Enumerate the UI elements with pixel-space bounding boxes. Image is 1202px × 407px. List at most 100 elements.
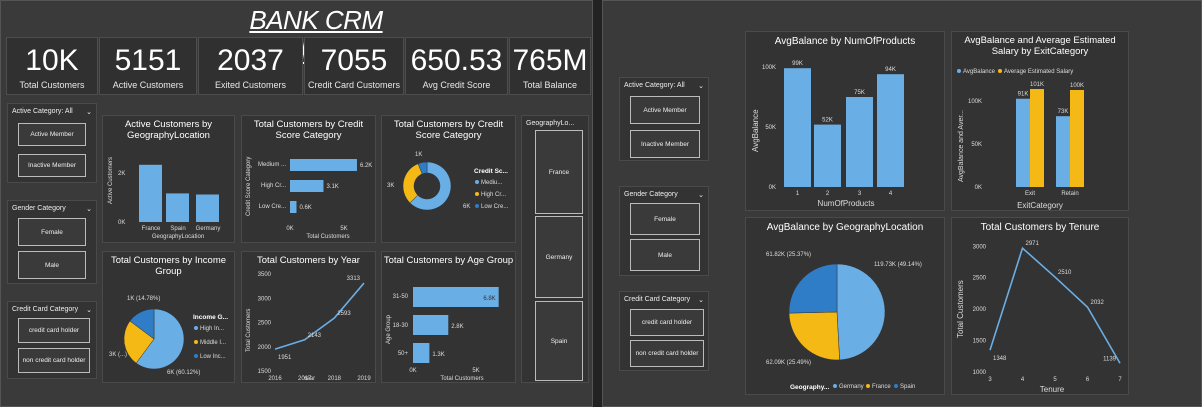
slicer-item-inactive-member[interactable]: Inactive Member	[630, 130, 700, 158]
bar	[196, 194, 219, 222]
x-tick-label: 0K	[409, 368, 416, 374]
y-axis-label: Total Customers	[246, 309, 252, 352]
y-tick-label: 100K	[762, 65, 776, 71]
x-tick-label: 1	[796, 191, 800, 197]
legend-swatch	[833, 384, 837, 388]
slicer-gender-category: Gender Category ⌄ Female Male	[619, 186, 709, 276]
y-tick-label: 3500	[258, 272, 272, 278]
legend-swatch	[998, 69, 1002, 73]
slicer-header: GeographyLo...	[526, 120, 575, 127]
chart-svg: Age Group 31-50 18-30 50+ 6.8K 2.8K 1.3K 0…	[386, 287, 499, 382]
slicer-credit-card-category: Credit Card Category ⌄ credit card holder…	[619, 291, 709, 371]
slicer-geography-location: GeographyLo... France Germany Spain	[521, 115, 589, 383]
legend-swatch	[957, 69, 961, 73]
chevron-down-icon[interactable]: ⌄	[86, 306, 92, 314]
slicer-item-inactive-member[interactable]: Inactive Member	[18, 154, 86, 177]
kpi-credit-card-customers: 7055 Credit Card Customers	[304, 37, 404, 95]
legend-swatch	[894, 384, 898, 388]
y-tick-label: 18-30	[393, 323, 409, 329]
slicer-item-non-credit-card-holder[interactable]: non credit card holder	[18, 348, 90, 373]
bar	[846, 97, 873, 187]
bar	[1016, 98, 1030, 187]
data-label: 0.6K	[299, 205, 311, 211]
x-tick-label: 4	[1021, 377, 1025, 383]
slicer-item-active-member[interactable]: Active Member	[630, 96, 700, 124]
x-tick-label: 4	[889, 191, 893, 197]
kpi-total-customers: 10K Total Customers	[6, 37, 98, 95]
chevron-down-icon[interactable]: ⌄	[698, 191, 704, 199]
bar	[1056, 116, 1070, 187]
data-label: 1K	[415, 152, 422, 158]
slicer-item-spain[interactable]: Spain	[535, 301, 583, 381]
x-axis-label: Total Customers	[440, 376, 483, 382]
data-label: 99K	[792, 61, 803, 67]
chart-avgbalance-geo: AvgBalance by GeographyLocation 61.82K (…	[745, 217, 945, 395]
slicer-header: Active Category: All	[624, 82, 685, 89]
legend-item: Average Estimated Salary	[1004, 69, 1073, 75]
kpi-label: Exited Customers	[214, 80, 287, 90]
x-tick-label: Germany	[196, 226, 221, 232]
x-axis-label: Total Customers	[306, 234, 349, 240]
y-tick-label: 0K	[769, 185, 776, 191]
x-tick-label: 6	[1086, 377, 1090, 383]
slicer-item-germany[interactable]: Germany	[535, 216, 583, 298]
chart-svg: AvgBalance Average Estimated Salary AvgB…	[957, 69, 1084, 210]
chart-avgbalance-exit: AvgBalance and Average Estimated Salary …	[951, 31, 1129, 211]
data-label: 1.3K	[432, 352, 444, 358]
kpi-label: Active Customers	[112, 80, 184, 90]
legend-swatch	[194, 326, 198, 330]
bar	[1070, 90, 1084, 187]
data-label: 2593	[337, 311, 351, 317]
slicer-item-active-member[interactable]: Active Member	[18, 123, 86, 146]
y-tick-label: 1500	[258, 369, 272, 375]
slicer-item-male[interactable]: Male	[18, 251, 86, 279]
dashboard-page-right: Active Category: All ⌄ Active Member Inac…	[602, 0, 1202, 407]
legend-item: Middle I...	[200, 340, 226, 346]
chart-svg: Credit Score Category Medium ... High Cr…	[246, 157, 372, 240]
legend-swatch	[475, 180, 479, 184]
slicer-item-credit-card-holder[interactable]: credit card holder	[630, 309, 704, 336]
kpi-label: Credit Card Customers	[307, 80, 401, 90]
legend-item: France	[872, 384, 891, 390]
y-tick-label: 50+	[398, 351, 409, 357]
chart-credit-score-bar: Total Customers by Credit Score Category…	[241, 115, 376, 243]
legend-item: Mediu...	[481, 180, 503, 186]
slicer-item-credit-card-holder[interactable]: credit card holder	[18, 318, 90, 343]
data-label: 2971	[1026, 241, 1040, 247]
slicer-item-female[interactable]: Female	[630, 203, 700, 235]
data-label: 91K	[1018, 92, 1029, 98]
bar	[1030, 89, 1044, 187]
chart-credit-score-donut: Total Customers by Credit Score Category…	[381, 115, 516, 243]
x-axis-label: Year	[303, 376, 315, 382]
y-axis-label: Total Customers	[956, 280, 965, 338]
data-label: 3.1K	[326, 184, 338, 190]
chevron-down-icon[interactable]: ⌄	[86, 108, 92, 116]
kpi-value: 765M	[512, 44, 588, 77]
bar	[290, 180, 324, 192]
chart-avgbalance-products: AvgBalance by NumOfProducts AvgBalance 1…	[745, 31, 945, 211]
slicer-item-male[interactable]: Male	[630, 239, 700, 271]
pie-slice	[836, 263, 886, 361]
chart-customers-by-year: Total Customers by Year Total Customers …	[241, 251, 376, 383]
chart-svg: 1K 3K 6K Credit Sc... Mediu... High Cr..…	[387, 152, 509, 211]
legend-title: Income G...	[193, 314, 228, 321]
chart-svg: Total Customers 3500 3000 2500 2000 1500 195…	[246, 272, 371, 382]
kpi-total-balance: 765M Total Balance	[509, 37, 591, 95]
chevron-down-icon[interactable]: ⌄	[86, 205, 92, 213]
chart-income-group: Total Customers by Income Group 1K (14.7…	[102, 251, 235, 383]
chevron-down-icon[interactable]: ⌄	[698, 82, 704, 90]
data-label: 1951	[278, 355, 292, 361]
data-label: 2.8K	[451, 324, 463, 330]
x-axis-label: ExitCategory	[1017, 201, 1063, 210]
slicer-item-france[interactable]: France	[535, 130, 583, 214]
x-tick-label: 5K	[340, 226, 347, 232]
bar	[139, 164, 162, 222]
slicer-item-female[interactable]: Female	[18, 218, 86, 246]
x-axis-label: GeographyLocation	[152, 234, 204, 240]
chevron-down-icon[interactable]: ⌄	[698, 296, 704, 304]
y-tick-label: 31-50	[393, 294, 409, 300]
dashboard-page-left: BANK CRM ANALYSIS 10K Total Customers 51…	[0, 0, 593, 407]
bar	[877, 74, 904, 187]
chart-active-geo: Active Customers by GeographyLocation Ac…	[102, 115, 235, 243]
slicer-item-non-credit-card-holder[interactable]: non credit card holder	[630, 340, 704, 367]
